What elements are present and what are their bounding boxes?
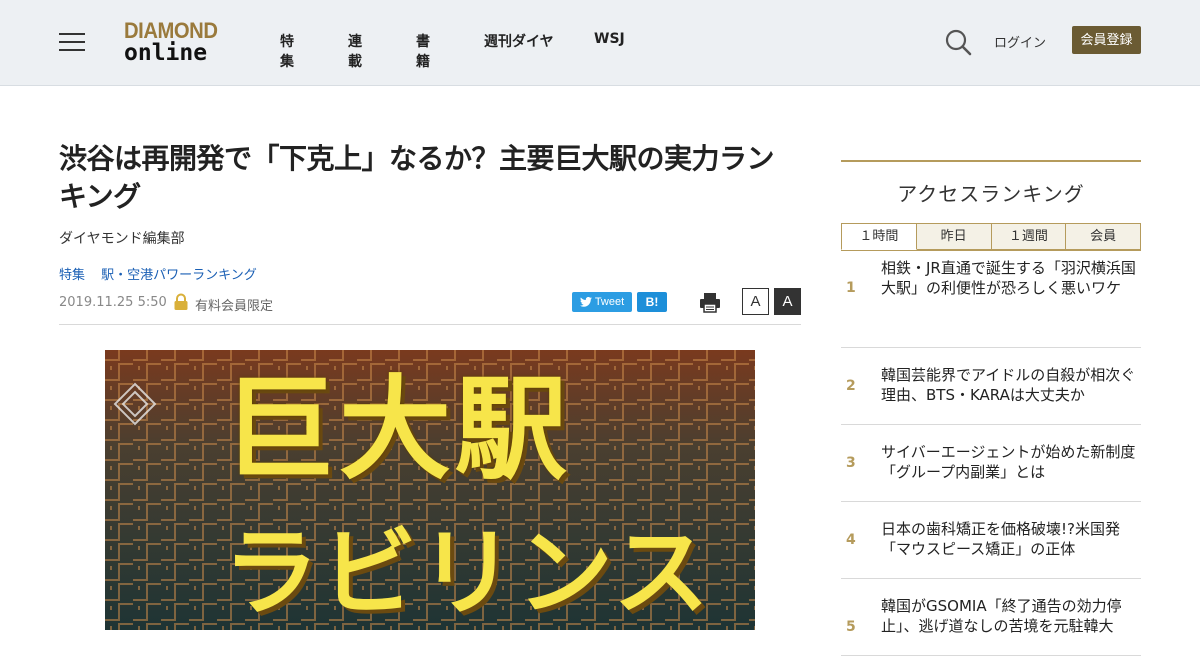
article-date: 2019.11.25 5:50 — [59, 295, 167, 310]
ranking-title: アクセスランキング — [897, 182, 1085, 206]
ranking-top-border — [841, 160, 1141, 162]
nav-item-wsj[interactable]: WSJ — [594, 31, 625, 47]
ranking-headline: サイバーエージェントが始めた新制度「グループ内副業」とは — [881, 443, 1136, 481]
ranking-number: 1 — [846, 280, 856, 296]
site-logo[interactable]: DIAMOND online — [124, 20, 228, 66]
ranking-item[interactable]: 4 日本の歯科矯正を価格破壊!?米国発「マウスピース矯正」の正体 — [841, 502, 1141, 579]
tweet-button[interactable]: Tweet — [572, 292, 632, 312]
tweet-label: Tweet — [594, 296, 625, 308]
diamond-logo-icon — [113, 382, 157, 426]
hero-image: 巨大駅 ラビリンス — [105, 350, 755, 630]
ranking-headline: 韓国がGSOMIA「終了通告の効力停止」、逃げ道なしの苦境を元駐韓大 — [881, 597, 1122, 635]
hero-title-line1: 巨大駅 — [223, 365, 571, 495]
hamburger-menu-icon[interactable] — [59, 31, 85, 53]
register-button[interactable]: 会員登録 — [1072, 26, 1141, 54]
article-title: 渋谷は再開発で「下克上」なるか？主要巨大駅の実力ランキング — [59, 142, 775, 213]
ranking-list: 1 相鉄・JR直通で誕生する「羽沢横浜国大駅」の利便性が恐ろしく悪いワケ 2 韓… — [841, 251, 1141, 656]
access-ranking: アクセスランキング １時間 昨日 １週間 会員 1 相鉄・JR直通で誕生する「羽… — [841, 160, 1141, 656]
nav-item-tokushu[interactable]: 特集 — [280, 31, 294, 71]
nav-item-weekly[interactable]: 週刊ダイヤ — [484, 31, 554, 51]
twitter-bird-icon — [579, 297, 592, 307]
site-header: DIAMOND online 特集 連載 書籍 週刊ダイヤ WSJ ログイン 会… — [0, 0, 1200, 86]
ranking-tabs: １時間 昨日 １週間 会員 — [841, 223, 1141, 251]
ranking-headline: 日本の歯科矯正を価格破壊!?米国発「マウスピース矯正」の正体 — [881, 520, 1120, 558]
tag-link[interactable]: 特集 — [59, 268, 85, 283]
tab-1hour[interactable]: １時間 — [841, 223, 917, 250]
ranking-number: 2 — [846, 378, 856, 394]
font-size-large-button[interactable]: A — [774, 288, 801, 315]
ranking-item[interactable]: 1 相鉄・JR直通で誕生する「羽沢横浜国大駅」の利便性が恐ろしく悪いワケ — [841, 251, 1141, 348]
hatena-bookmark-button[interactable]: B! — [637, 292, 667, 312]
ranking-item[interactable]: 2 韓国芸能界でアイドルの自殺が相次ぐ理由、BTS・KARAは大丈夫か — [841, 348, 1141, 425]
tab-members[interactable]: 会員 — [1066, 223, 1141, 250]
lock-icon — [174, 293, 188, 310]
ranking-headline: 韓国芸能界でアイドルの自殺が相次ぐ理由、BTS・KARAは大丈夫か — [881, 366, 1136, 404]
tab-yesterday[interactable]: 昨日 — [916, 223, 992, 250]
ranking-item[interactable]: 5 韓国がGSOMIA「終了通告の効力停止」、逃げ道なしの苦境を元駐韓大 — [841, 579, 1141, 656]
nav-item-shoseki[interactable]: 書籍 — [416, 31, 430, 71]
ranking-number: 5 — [846, 619, 856, 635]
ranking-number: 4 — [846, 532, 856, 548]
ranking-item[interactable]: 3 サイバーエージェントが始めた新制度「グループ内副業」とは — [841, 425, 1141, 502]
article-meta-row: 2019.11.25 5:50 有料会員限定 Tweet B! A A — [59, 288, 801, 325]
ranking-headline: 相鉄・JR直通で誕生する「羽沢横浜国大駅」の利便性が恐ろしく悪いワケ — [881, 259, 1136, 297]
nav-item-rensai[interactable]: 連載 — [348, 31, 362, 71]
tab-1week[interactable]: １週間 — [991, 223, 1067, 250]
logo-line1: DIAMOND — [124, 18, 218, 43]
login-link[interactable]: ログイン — [994, 32, 1046, 51]
print-icon[interactable] — [699, 291, 721, 313]
font-size-small-button[interactable]: A — [742, 288, 769, 315]
tag-link[interactable]: 駅・空港パワーランキング — [101, 268, 257, 283]
hero-title-line2: ラビリンス — [223, 517, 712, 629]
logo-line2: online — [124, 40, 208, 66]
article-author[interactable]: ダイヤモンド編集部 — [59, 228, 801, 248]
article-tags: 特集 駅・空港パワーランキング — [59, 264, 801, 283]
members-only-label: 有料会員限定 — [195, 299, 274, 314]
ranking-number: 3 — [846, 455, 856, 471]
search-icon[interactable] — [944, 28, 972, 56]
article: 渋谷は再開発で「下克上」なるか？主要巨大駅の実力ランキング ダイヤモンド編集部 … — [59, 140, 801, 325]
